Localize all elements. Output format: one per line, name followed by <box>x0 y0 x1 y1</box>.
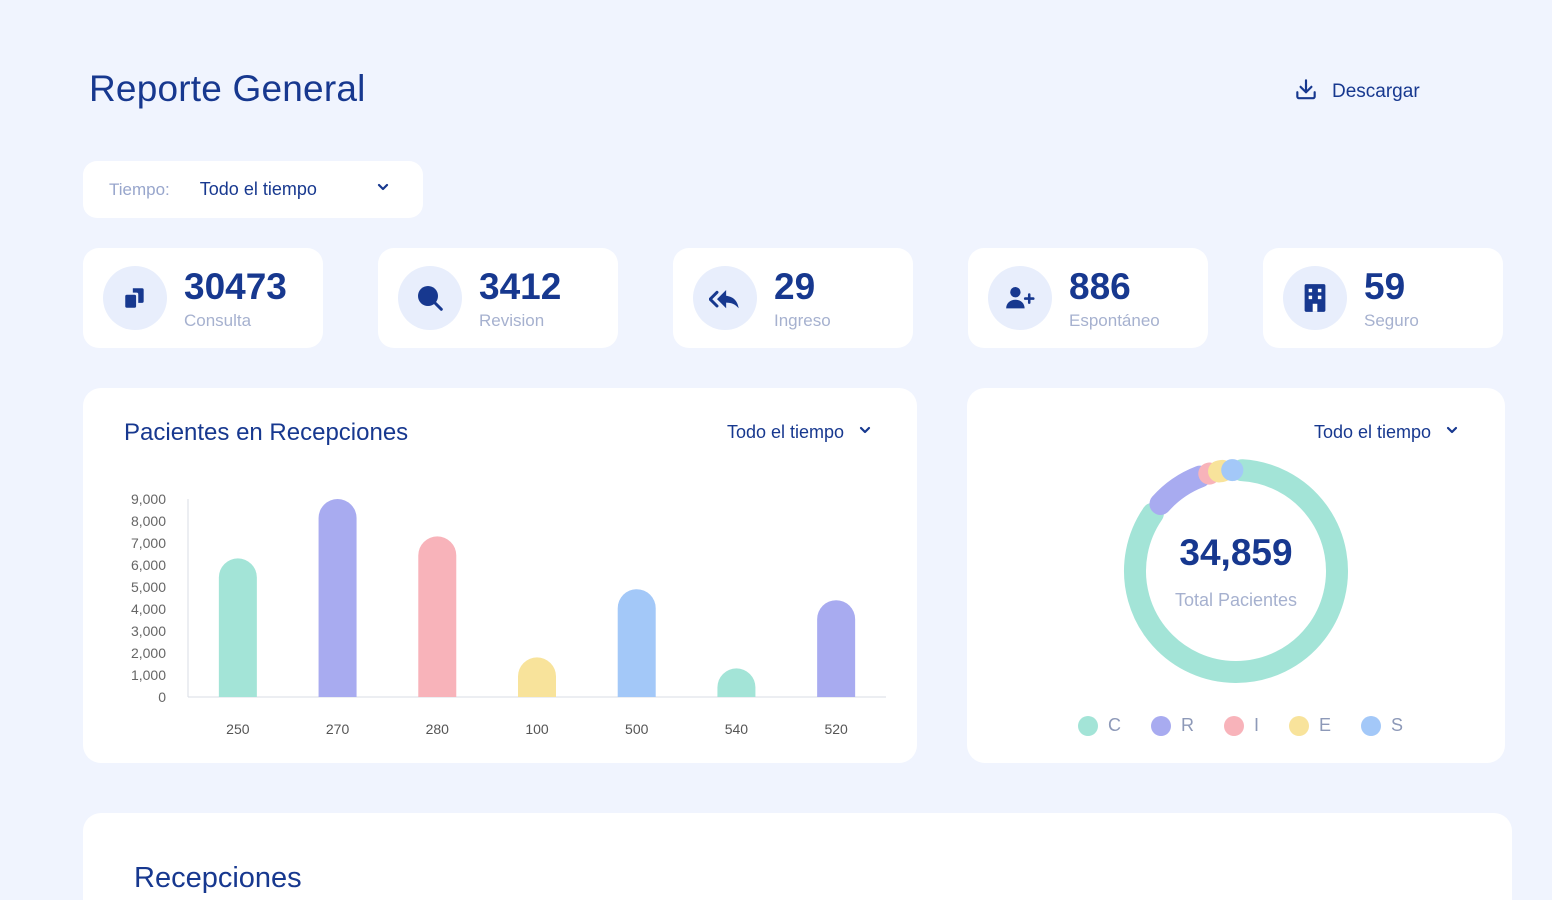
chevron-down-icon <box>376 180 390 199</box>
x-tick-label: 270 <box>326 721 350 737</box>
bar-520[interactable] <box>817 600 856 697</box>
user-plus-icon <box>988 266 1052 330</box>
y-tick-label: 8,000 <box>131 513 166 529</box>
stat-card-consulta: 30473 Consulta <box>83 248 323 348</box>
stat-value: 59 <box>1364 266 1406 307</box>
bar-100[interactable] <box>518 657 556 697</box>
donut-legend: C R I E S <box>1078 715 1403 736</box>
legend-dot <box>1151 715 1171 736</box>
y-tick-label: 0 <box>158 689 166 705</box>
recepciones-title: Recepciones <box>134 862 302 894</box>
legend-dot <box>1361 715 1382 736</box>
stat-value: 3412 <box>479 266 562 307</box>
stat-card-ingreso: 29 Ingreso <box>673 248 913 348</box>
y-tick-label: 9,000 <box>131 491 166 507</box>
legend-label: I <box>1254 715 1260 735</box>
bar-270[interactable] <box>318 499 357 697</box>
donut-period-select[interactable]: Todo el tiempo <box>1314 422 1459 443</box>
legend-item: I <box>1224 715 1259 736</box>
stat-card-revision: 3412 Revision <box>378 248 618 348</box>
y-tick-label: 1,000 <box>131 667 166 683</box>
download-button[interactable]: Descargar <box>1293 76 1420 107</box>
chevron-down-icon <box>1445 423 1459 442</box>
stat-label: Revision <box>479 311 545 330</box>
legend-dot <box>1078 715 1098 736</box>
bar-chart-title: Pacientes en Recepciones <box>124 419 409 446</box>
page-title: Reporte General <box>89 68 366 109</box>
x-tick-label: 500 <box>625 721 649 737</box>
time-filter-value: Todo el tiempo <box>199 179 317 199</box>
bar-chart: 0 1,000 2,000 3,000 4,000 5,000 6,000 7,000 8,00… <box>131 491 886 737</box>
bar-chart-period-select[interactable]: Todo el tiempo <box>727 422 872 443</box>
donut-total-value: 34,859 <box>1179 532 1293 573</box>
time-filter-select[interactable]: Tiempo: Todo el tiempo <box>83 161 423 218</box>
x-tick-label: 540 <box>725 721 749 737</box>
stat-label: Espontáneo <box>1069 311 1160 330</box>
y-tick-label: 5,000 <box>131 579 166 595</box>
search-icon <box>398 266 462 330</box>
stat-label: Seguro <box>1364 311 1419 330</box>
download-label: Descargar <box>1332 80 1420 102</box>
legend-item: E <box>1289 715 1331 736</box>
donut-total-label: Total Pacientes <box>1174 590 1298 610</box>
x-tick-label: 100 <box>525 721 549 737</box>
donut-period-value: Todo el tiempo <box>1314 422 1432 442</box>
legend-label: C <box>1108 715 1121 735</box>
x-tick-label: 520 <box>824 721 848 737</box>
stat-label: Ingreso <box>774 311 831 330</box>
legend-dot <box>1289 715 1310 736</box>
y-tick-label: 4,000 <box>131 601 166 617</box>
y-tick-label: 2,000 <box>131 645 166 661</box>
legend-item: R <box>1151 715 1194 736</box>
legend-label: R <box>1181 715 1194 735</box>
stat-label: Consulta <box>184 311 252 330</box>
download-icon <box>1293 76 1319 107</box>
x-tick-label: 280 <box>426 721 450 737</box>
stat-card-espontaneo: 886 Espontáneo <box>968 248 1208 348</box>
bar-500[interactable] <box>617 589 656 697</box>
stat-value: 29 <box>774 266 816 307</box>
legend-label: S <box>1391 715 1404 735</box>
y-tick-label: 6,000 <box>131 557 166 573</box>
reply-all-icon <box>693 266 757 330</box>
stat-value: 30473 <box>184 266 287 307</box>
time-filter-label: Tiempo: <box>109 179 170 199</box>
building-icon <box>1283 266 1347 330</box>
donut-segment-R[interactable] <box>1149 465 1211 515</box>
bar-280[interactable] <box>418 536 457 697</box>
stat-value: 886 <box>1069 266 1131 307</box>
legend-item: C <box>1078 715 1121 736</box>
y-tick-label: 3,000 <box>131 623 166 639</box>
legend-dot <box>1224 715 1244 736</box>
chevron-down-icon <box>858 423 872 442</box>
stat-card-seguro: 59 Seguro <box>1263 248 1503 348</box>
bar-chart-period-value: Todo el tiempo <box>727 422 845 442</box>
x-tick-label: 250 <box>226 721 250 737</box>
bar-540[interactable] <box>717 668 756 697</box>
bar-250[interactable] <box>218 558 257 697</box>
legend-label: E <box>1319 715 1332 735</box>
legend-item: S <box>1361 715 1403 736</box>
y-tick-label: 7,000 <box>131 535 166 551</box>
documents-icon <box>103 266 167 330</box>
